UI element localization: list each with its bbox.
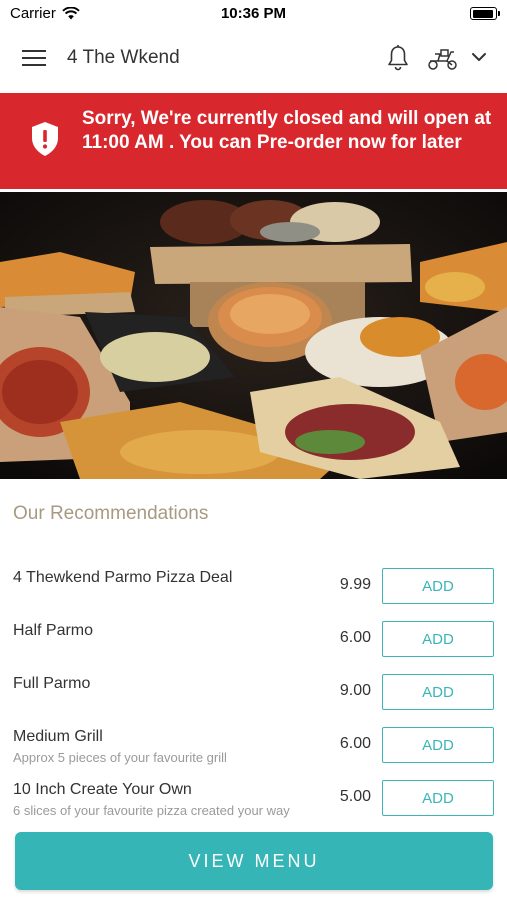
item-price: 9.00 [339,682,371,699]
item-price: 6.00 [339,735,371,752]
app-header: 4 The Wkend [0,28,507,90]
item-name: Half Parmo [13,622,94,639]
recommendations-title: Our Recommendations [13,503,209,524]
restaurant-title: 4 The Wkend [67,47,180,68]
list-item: Full Parmo 9.00 ADD [0,668,507,714]
battery-icon [470,7,500,20]
add-button[interactable]: ADD [382,568,494,604]
add-button[interactable]: ADD [382,727,494,763]
closed-banner: Sorry, We're currently closed and will o… [0,93,507,189]
add-button[interactable]: ADD [382,780,494,816]
item-description: Approx 5 pieces of your favourite grill [13,750,227,765]
list-item: Half Parmo 6.00 ADD [0,615,507,661]
add-button[interactable]: ADD [382,621,494,657]
closed-message: Sorry, We're currently closed and will o… [82,108,492,153]
bell-icon[interactable] [386,44,410,72]
item-name: 10 Inch Create Your Own [13,781,192,798]
list-item: 10 Inch Create Your Own 6 slices of your… [0,774,507,820]
hero-food-image [0,192,507,479]
list-item: Medium Grill Approx 5 pieces of your fav… [0,721,507,767]
view-menu-button[interactable]: VIEW MENU [15,832,493,890]
chevron-down-icon[interactable] [470,50,488,64]
item-name: Full Parmo [13,675,91,692]
shield-alert-icon [32,122,58,156]
food-spread-illustration [0,192,507,479]
item-price: 9.99 [339,576,371,593]
scooter-icon[interactable] [427,46,459,72]
item-description: 6 slices of your favourite pizza created… [13,803,290,818]
item-name: 4 Thewkend Parmo Pizza Deal [13,569,233,586]
status-time: 10:36 PM [220,5,287,22]
add-button[interactable]: ADD [382,674,494,710]
menu-icon[interactable] [22,50,46,68]
item-price: 5.00 [339,788,371,805]
item-name: Medium Grill [13,728,103,745]
list-item: 4 Thewkend Parmo Pizza Deal 9.99 ADD [0,562,507,608]
item-price: 6.00 [339,629,371,646]
status-bar: Carrier 10:36 PM [0,0,507,28]
